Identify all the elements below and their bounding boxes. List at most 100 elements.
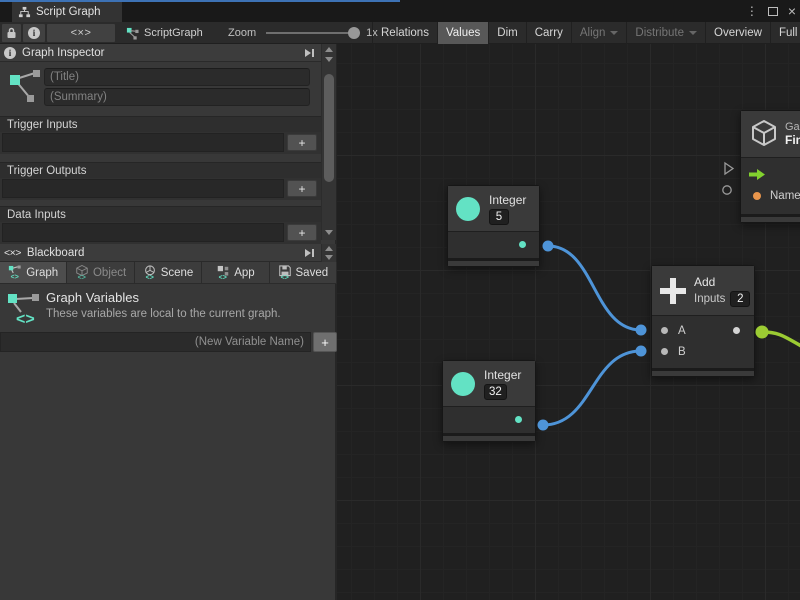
add-trigger-output-button[interactable]: + [287,180,317,197]
integer-value-field[interactable]: 32 [484,384,507,400]
data-inputs-header: Data Inputs [0,206,321,222]
string-input-port[interactable] [753,192,761,200]
blackboard-scrollbar[interactable] [321,244,336,262]
port-row-a: A [652,320,754,341]
zoom-slider[interactable] [266,32,358,34]
relations-button[interactable]: Relations [372,22,437,44]
input-port-b[interactable] [661,348,668,355]
lock-button[interactable] [2,24,21,42]
full-screen-button[interactable]: Full Screen [770,22,800,44]
tab-scene-variables[interactable]: <> Scene [135,262,202,283]
unconnected-value-port-icon[interactable] [723,186,731,194]
output-port[interactable] [515,416,522,423]
node-header[interactable]: Game Object Find [741,111,800,158]
inspector-scrollbar[interactable] [321,44,336,240]
overview-button[interactable]: Overview [705,22,770,44]
dim-button[interactable]: Dim [488,22,525,44]
unconnected-control-port-icon[interactable] [725,163,733,174]
input-port-a[interactable] [661,327,668,334]
scroll-down-icon[interactable] [325,57,333,62]
node-body: A B [652,316,754,368]
add-trigger-input-button[interactable]: + [287,134,317,151]
port-label: Name [770,190,800,202]
node-header[interactable]: Integer 5 [448,186,539,232]
scroll-up-icon[interactable] [325,47,333,52]
graph-title-field[interactable] [44,68,310,86]
wire-integer32-to-add-b[interactable] [538,346,647,431]
dock-right-icon [303,247,315,259]
dock-panel-button[interactable] [303,247,315,259]
tab-graph-variables[interactable]: <> Graph [0,262,67,283]
node-body [448,232,539,258]
chevron-down-icon [689,31,697,35]
blackboard-header: <×> Blackboard [0,244,321,262]
graph-variables-large-icon: <> [6,290,42,328]
toolbar-buttons: Relations Values Dim Carry Align Distrib… [372,22,800,44]
inspect-button[interactable]: i [23,24,45,42]
inputs-count-field[interactable]: 2 [730,291,750,307]
wire-add-output[interactable] [756,326,800,348]
node-body [443,407,535,433]
add-variable-button[interactable]: + [313,332,337,352]
maximize-icon[interactable] [768,7,778,16]
node-integer-5[interactable]: Integer 5 [447,185,540,267]
data-inputs-list: + [0,222,321,244]
script-graph-tab-icon [18,6,31,19]
empty-list-box [2,133,284,152]
node-header[interactable]: Add Inputs 2 [652,266,754,316]
add-data-input-button[interactable]: + [287,224,317,241]
carry-button[interactable]: Carry [526,22,571,44]
svg-text:<>: <> [78,275,86,281]
node-footer [741,214,800,222]
control-flow-arrow-icon[interactable] [749,169,765,180]
inputs-label: Inputs [694,293,725,305]
graph-canvas[interactable]: Integer 5 Integer 32 [337,44,800,600]
svg-text:<>: <> [16,311,35,328]
values-button[interactable]: Values [437,22,488,44]
add-icon [660,278,686,304]
graph-variables-icon: <> [8,265,22,280]
blackboard-tab-strip: <> Graph <> Object <> Scene [0,262,337,284]
window-controls: ⋮ × [746,0,796,22]
node-header[interactable]: Integer 32 [443,361,535,407]
scroll-down-icon[interactable] [325,230,333,235]
chevron-down-icon [610,31,618,35]
port-row-b: B [652,341,754,362]
close-icon[interactable]: × [788,6,796,16]
node-integer-32[interactable]: Integer 32 [442,360,536,442]
scroll-up-icon[interactable] [325,246,333,251]
trigger-outputs-header: Trigger Outputs [0,162,321,178]
dock-panel-button[interactable] [303,47,315,59]
svg-text:<>: <> [145,275,153,281]
object-variables-icon: <> [75,265,89,280]
scrollbar-thumb[interactable] [324,74,334,182]
window-menu-icon[interactable]: ⋮ [746,4,758,18]
graph-variables-description: These variables are local to the current… [46,308,281,320]
output-port[interactable] [519,241,526,248]
game-object-cube-icon [749,119,779,149]
graph-variables-heading: Graph Variables [46,290,139,305]
align-dropdown[interactable]: Align [571,22,627,44]
tab-title: Script Graph [36,6,101,18]
scroll-down-icon[interactable] [325,255,333,260]
graph-info-icon [8,68,42,104]
empty-list-box [2,179,284,198]
control-input-row [741,164,800,185]
tab-saved-variables[interactable]: <> Saved [270,262,337,283]
new-variable-name-input[interactable] [0,332,311,352]
node-add[interactable]: Add Inputs 2 A B [651,265,755,377]
tab-object-variables[interactable]: <> Object [67,262,134,283]
node-footer [652,368,754,376]
tab-app-variables[interactable]: <> App [202,262,269,283]
output-port[interactable] [733,327,740,334]
node-game-object-find[interactable]: Game Object Find Name [740,110,800,223]
graph-toolbar: i <×> ScriptGraph Zoom 1x Relations Valu… [0,22,800,44]
wire-integer5-to-add-a[interactable] [543,241,647,336]
zoom-slider-handle[interactable] [348,27,360,39]
variables-toggle-button[interactable]: <×> [47,24,115,42]
distribute-dropdown[interactable]: Distribute [626,22,705,44]
integer-value-field[interactable]: 5 [489,209,509,225]
graph-summary-field[interactable] [44,88,310,106]
tab-script-graph[interactable]: Script Graph [12,2,122,22]
graph-asset-icon [126,27,139,40]
